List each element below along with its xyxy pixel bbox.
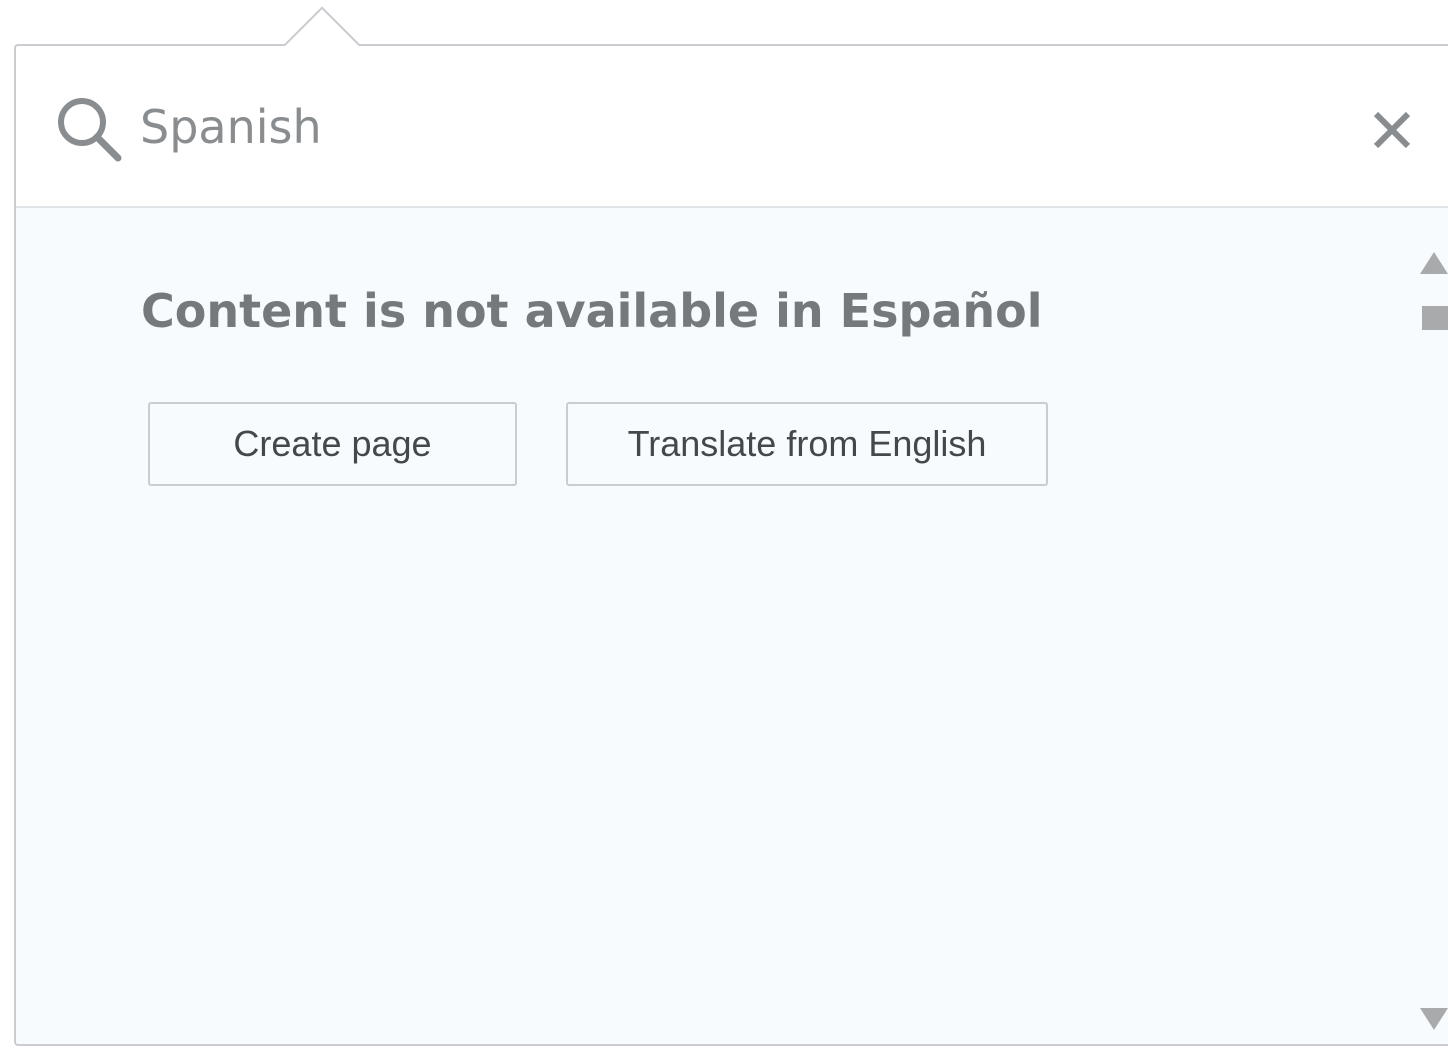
- results-panel: Content is not available in Español Crea…: [16, 208, 1448, 1044]
- search-bar: [16, 46, 1448, 208]
- scroll-up-icon[interactable]: [1420, 252, 1448, 274]
- not-available-message: Content is not available in Español: [141, 284, 1043, 338]
- translate-from-english-button[interactable]: Translate from English: [566, 402, 1048, 486]
- scroll-down-icon[interactable]: [1420, 1008, 1448, 1030]
- close-icon[interactable]: [1370, 108, 1414, 152]
- language-search-popover: Content is not available in Español Crea…: [14, 44, 1448, 1046]
- search-input[interactable]: [140, 94, 1240, 160]
- popover-caret: [282, 6, 364, 48]
- create-page-button[interactable]: Create page: [148, 402, 517, 486]
- search-icon: [58, 98, 122, 162]
- scrollbar-thumb[interactable]: [1422, 306, 1448, 330]
